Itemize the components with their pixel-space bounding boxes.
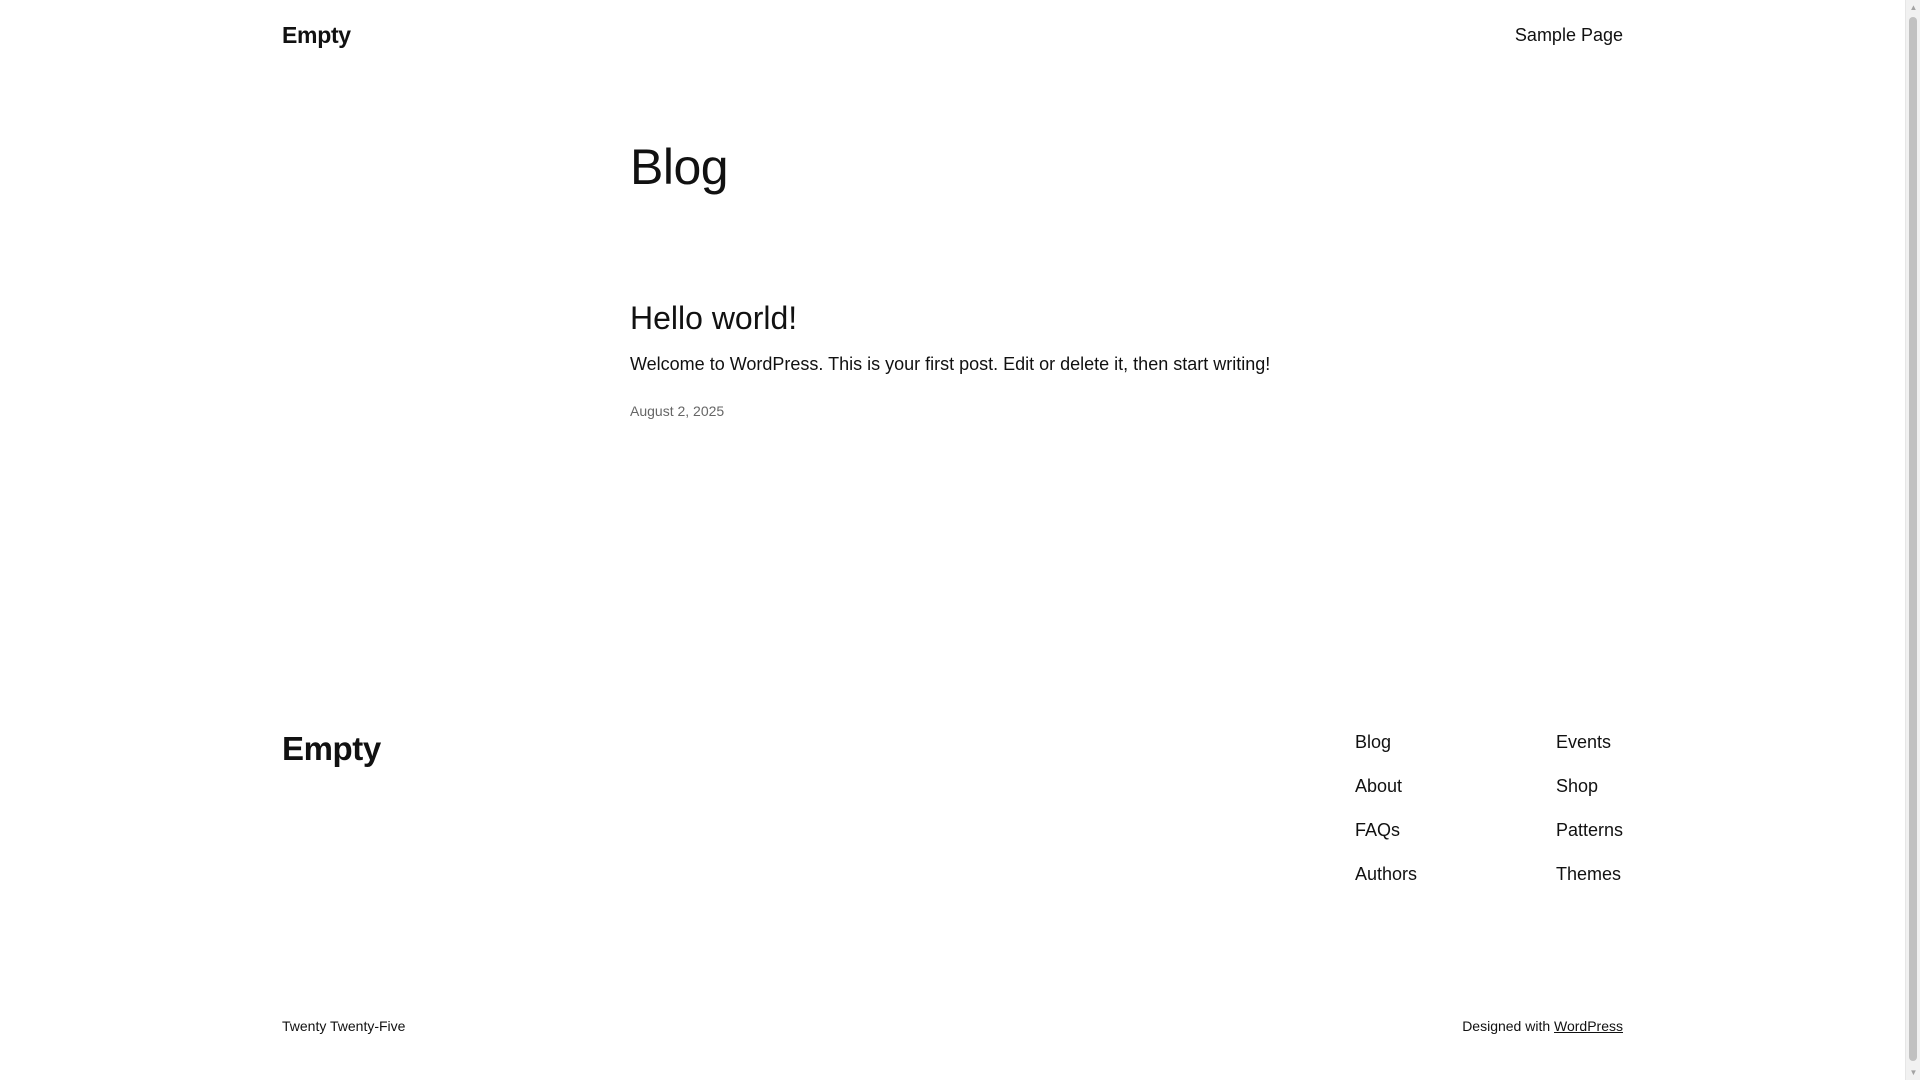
vertical-scrollbar[interactable]: ▲ ▼: [1905, 0, 1920, 1080]
main-content: Blog Hello world! Welcome to WordPress. …: [630, 136, 1330, 419]
scroll-up-arrow-icon[interactable]: ▲: [1906, 0, 1920, 15]
footer-link-blog[interactable]: Blog: [1355, 731, 1417, 753]
site-title-link[interactable]: Empty: [282, 22, 351, 49]
footer-link-authors[interactable]: Authors: [1355, 863, 1417, 885]
footer-link-faqs[interactable]: FAQs: [1355, 819, 1417, 841]
footer-wordpress-link[interactable]: WordPress: [1554, 1018, 1623, 1034]
post-title-link[interactable]: Hello world!: [630, 300, 797, 336]
post-date: August 2, 2025: [630, 403, 725, 419]
post-title: Hello world!: [630, 298, 1330, 338]
footer-site-title-link[interactable]: Empty: [282, 729, 381, 769]
footer-link-about[interactable]: About: [1355, 775, 1417, 797]
footer-bottom-bar: Twenty Twenty-Five Designed with WordPre…: [282, 1018, 1623, 1034]
site-header: Empty Sample Page: [282, 20, 1623, 50]
footer-credit: Designed with WordPress: [1462, 1018, 1623, 1034]
footer-link-events[interactable]: Events: [1556, 731, 1623, 753]
post-excerpt: Welcome to WordPress. This is your first…: [630, 354, 1271, 374]
scrollbar-thumb[interactable]: [1909, 17, 1917, 1061]
nav-item-sample-page[interactable]: Sample Page: [1515, 25, 1623, 45]
footer-link-patterns[interactable]: Patterns: [1556, 819, 1623, 841]
footer-link-themes[interactable]: Themes: [1556, 863, 1623, 885]
page-title: Blog: [630, 139, 729, 195]
footer-nav-column-1: Blog About FAQs Authors: [1355, 731, 1417, 907]
scroll-down-arrow-icon[interactable]: ▼: [1906, 1065, 1920, 1080]
footer-nav-column-2: Events Shop Patterns Themes: [1556, 731, 1623, 907]
footer-link-shop[interactable]: Shop: [1556, 775, 1623, 797]
page: Empty Sample Page Blog Hello world! Welc…: [0, 0, 1905, 1080]
primary-nav: Sample Page: [1515, 25, 1623, 46]
footer-theme-name: Twenty Twenty-Five: [282, 1018, 406, 1034]
footer-credit-prefix: Designed with: [1462, 1018, 1551, 1034]
post-item: Hello world! Welcome to WordPress. This …: [630, 298, 1330, 419]
